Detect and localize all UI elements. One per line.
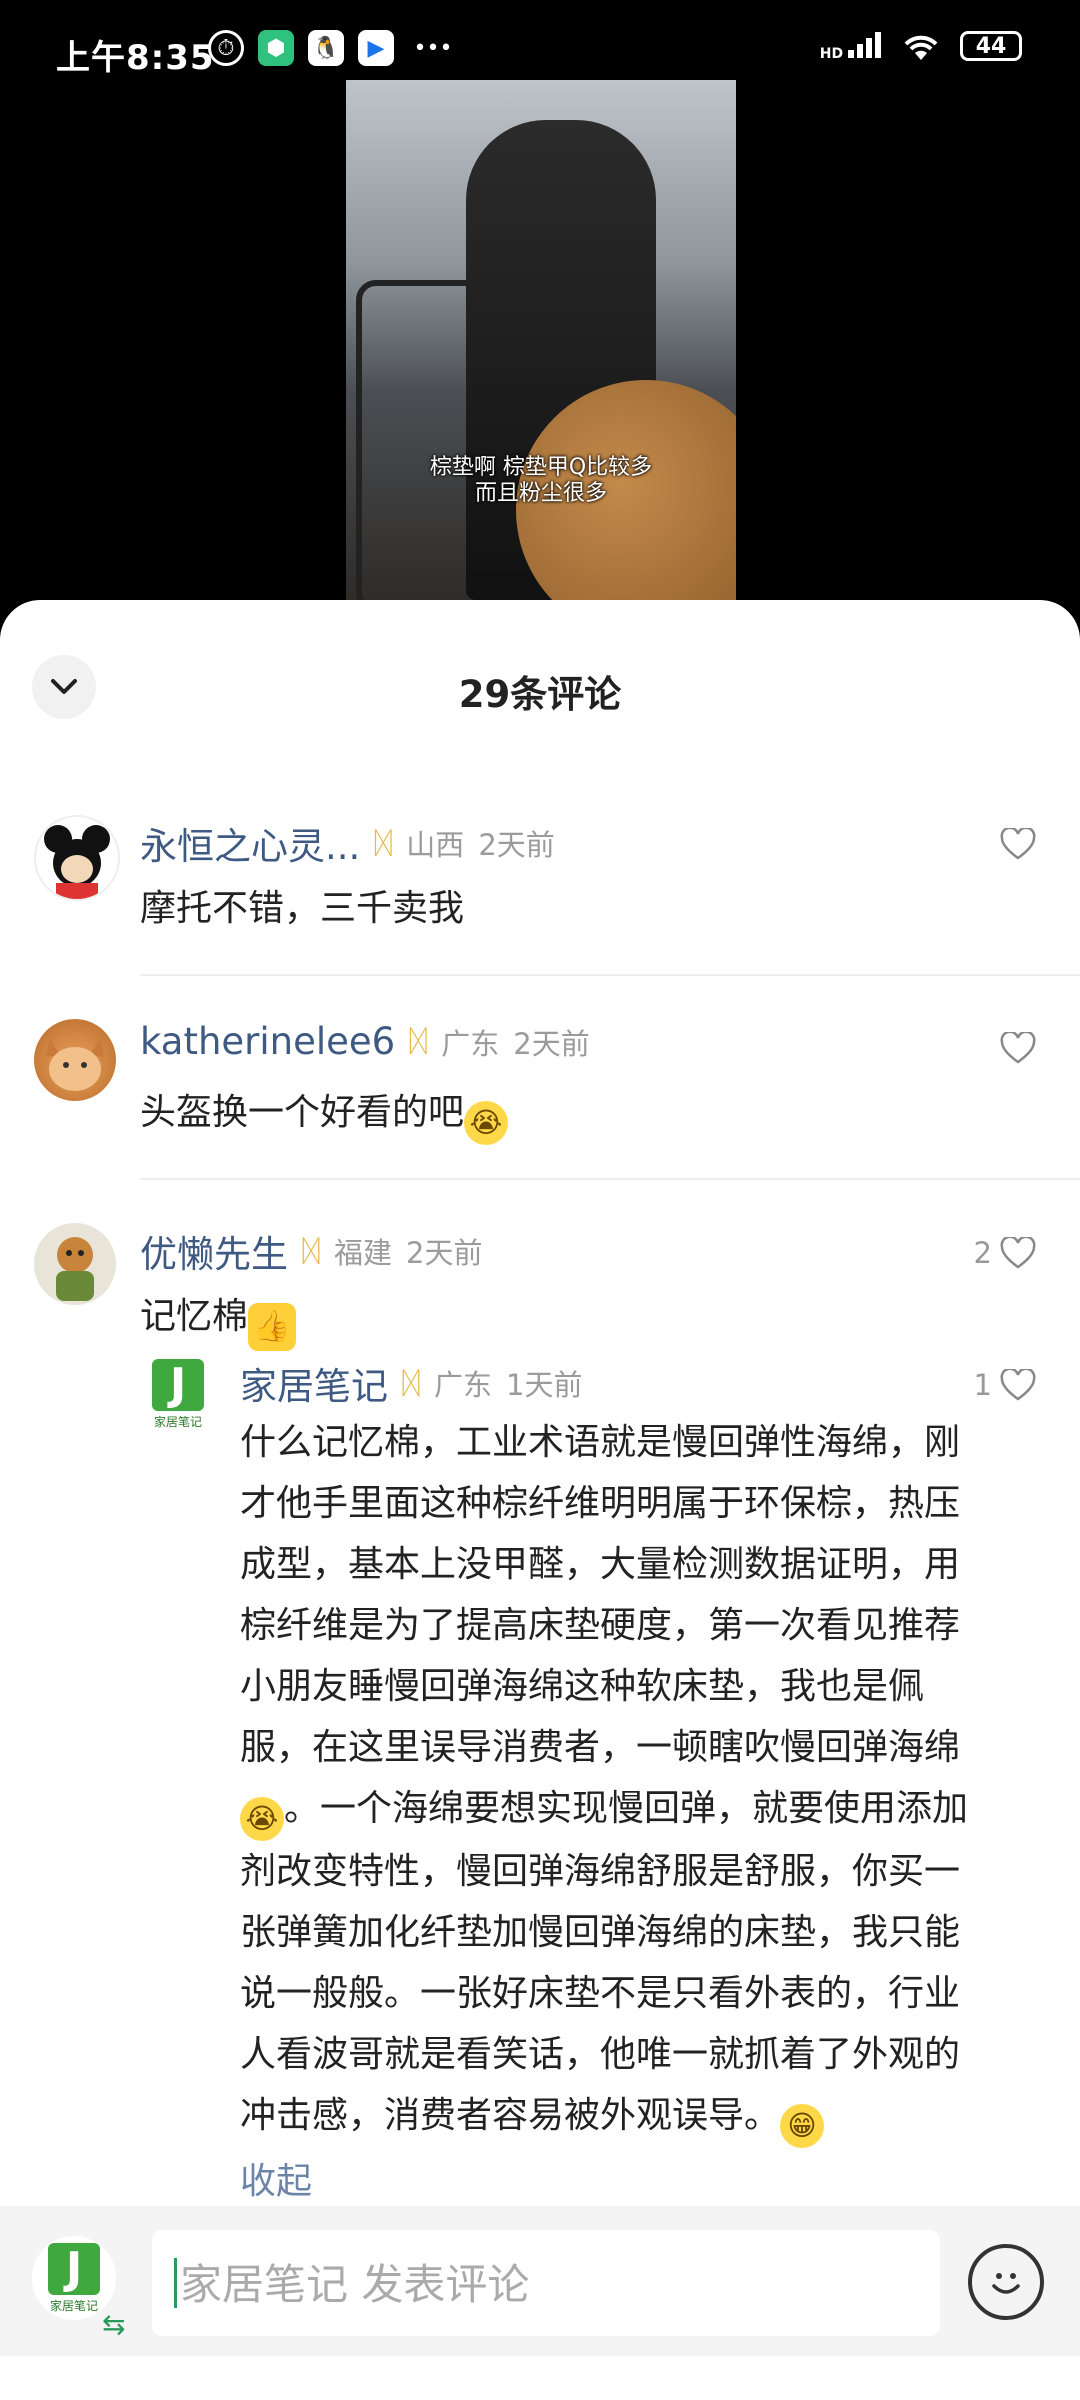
j-logo-icon: J — [152, 1358, 204, 1411]
video-player[interactable]: 棕垫啊 棕垫甲Q比较多 而且粉尘很多 — [346, 80, 736, 600]
comment-location: 福建 — [334, 1236, 393, 1270]
reply-text: 什么记忆棉，工业术语就是慢回弹性海绵，刚 才他手里面这种棕纤维明明属于环保棕，热… — [240, 1412, 1050, 2148]
like-button[interactable] — [1000, 828, 1036, 860]
heart-icon — [1000, 1237, 1036, 1269]
reply-line: 才他手里面这种棕纤维明明属于环保棕，热压 — [240, 1483, 961, 1524]
reply-line: 服，在这里误导消费者，一顿瞎吹慢回弹海绵 — [240, 1727, 961, 1768]
video-caption: 棕垫啊 棕垫甲Q比较多 而且粉尘很多 — [346, 455, 736, 507]
like-count: 2 — [973, 1236, 992, 1270]
heart-icon — [1000, 1032, 1036, 1064]
reply-line: 张弹簧加化纤垫加慢回弹海绵的床垫，我只能 — [240, 1912, 961, 1953]
status-system-icons: HD 44 — [820, 30, 1022, 62]
shield-app-icon: ⬢ — [258, 30, 294, 66]
comment-header: 家居笔记 ᛞ 广东 1天前 — [240, 1356, 582, 1410]
caption-line: 棕垫啊 棕垫甲Q比较多 — [429, 455, 653, 480]
caption-line: 而且粉尘很多 — [474, 481, 607, 506]
laugh-cry-emoji-icon: 😭 — [240, 1797, 284, 1841]
emoji-picker-button[interactable] — [968, 2244, 1044, 2320]
comment-author[interactable]: 家居笔记 — [240, 1356, 388, 1410]
comment-location: 广东 — [441, 1026, 500, 1061]
like-button[interactable]: 1 — [974, 1368, 1036, 1402]
reply-line: 棕纤维是为了提高床垫硬度，第一次看见推荐 — [240, 1605, 961, 1646]
heart-icon — [1000, 1369, 1036, 1401]
reply-line: 成型，基本上没甲醛，大量检测数据证明，用 — [240, 1544, 961, 1585]
logo-text: 家居笔记 — [49, 2298, 98, 2313]
divider — [140, 974, 1080, 976]
battery-level: 44 — [975, 33, 1007, 59]
comment-author[interactable]: 永恒之心灵... — [140, 816, 360, 870]
like-count: 1 — [973, 1368, 992, 1402]
reply-line-with-emoji: 冲击感，消费者容易被外观误导。 😁 — [240, 2085, 1050, 2148]
comment-location: 山西 — [406, 828, 465, 862]
text-caret — [174, 2258, 177, 2308]
reply-line: 冲击感，消费者容易被外观误导。 — [240, 2095, 781, 2136]
smiley-icon — [992, 2273, 1020, 2294]
wifi-icon — [904, 35, 938, 60]
comment-time: 2天前 — [478, 828, 555, 862]
comment-input-box[interactable] — [152, 2230, 940, 2336]
video-app-icon: ▶ — [358, 30, 394, 66]
badge-icon: ᛞ — [409, 1024, 428, 1059]
like-button[interactable] — [1000, 1032, 1036, 1064]
thumbs-up-emoji-icon: 👍 — [248, 1303, 297, 1351]
avatar[interactable] — [34, 815, 120, 901]
divider — [140, 1178, 1080, 1180]
alarm-icon: ⏱ — [208, 30, 244, 66]
comment-input[interactable] — [178, 2248, 922, 2320]
badge-icon: ᛞ — [402, 1365, 420, 1401]
comment-author[interactable]: 优懒先生 — [140, 1224, 288, 1278]
comment-text: 摩托不错，三千卖我 — [140, 888, 465, 929]
reply-item: J 家居笔记 家居笔记 ᛞ 广东 1天前 1 什么记忆棉，工业术语就是慢回弹性海… — [0, 1350, 1080, 2170]
comment-location: 广东 — [434, 1368, 493, 1402]
like-button[interactable]: 2 — [974, 1236, 1036, 1270]
j-logo-icon: J — [48, 2242, 100, 2295]
badge-icon: ᛞ — [302, 1233, 320, 1269]
comment-text: 头盔换一个好看的吧 😭 — [140, 1082, 509, 1145]
avatar[interactable]: J 家居笔记 — [150, 1358, 206, 1430]
reply-line: 人看波哥就是看笑话，他唯一就抓着了外观的 — [240, 2034, 961, 2075]
reply-line: 小朋友睡慢回弹海绵这种软床垫，我也是佩 — [240, 1666, 925, 1707]
qq-icon: 🐧 — [308, 30, 344, 66]
comment-time: 2天前 — [406, 1236, 483, 1270]
battery-icon: 44 — [960, 31, 1022, 61]
badge-icon: ᛞ — [374, 825, 393, 861]
more-notifications-icon: ••• — [413, 35, 453, 61]
comment-time: 1天前 — [506, 1368, 583, 1402]
comment-text-content: 头盔换一个好看的吧 — [140, 1092, 465, 1133]
comment-author[interactable]: katherinelee6 — [140, 1020, 395, 1063]
logo-text: 家居笔记 — [153, 1414, 202, 1429]
status-time: 上午8:35 — [56, 38, 215, 78]
network-type: HD — [819, 46, 844, 62]
reply-line-with-emoji: 😭 。一个海绵要想实现慢回弹，就要使用添加 — [240, 1778, 1050, 1841]
comment-time: 2天前 — [513, 1026, 590, 1061]
laugh-cry-emoji-icon: 😭 — [464, 1101, 509, 1145]
comment-text: 记忆棉 👍 — [140, 1286, 297, 1351]
comment-item: 永恒之心灵... ᛞ 山西 2天前 摩托不错，三千卖我 — [0, 810, 1080, 970]
grin-emoji-icon: 😁 — [780, 2104, 825, 2148]
comment-text-content: 记忆棉 — [140, 1296, 249, 1337]
comment-item: katherinelee6 ᛞ 广东 2天前 头盔换一个好看的吧 😭 — [0, 1014, 1080, 1174]
reply-line: 什么记忆棉，工业术语就是慢回弹性海绵，刚 — [240, 1422, 961, 1463]
reply-line: 剂改变特性，慢回弹海绵舒服是舒服，你买一 — [240, 1851, 961, 1892]
status-notification-icons: ⏱ ⬢ 🐧 ▶ ••• — [208, 30, 458, 66]
reply-line: 说一般般。一张好床垫不是只看外表的，行业 — [240, 1973, 961, 2014]
comment-header: 永恒之心灵... ᛞ 山西 2天前 — [140, 816, 555, 870]
home-indicator[interactable] — [340, 2376, 740, 2386]
comment-header: 优懒先生 ᛞ 福建 2天前 — [140, 1224, 482, 1278]
heart-icon — [1000, 828, 1036, 860]
avatar[interactable] — [34, 1223, 116, 1305]
avatar[interactable] — [34, 1019, 116, 1101]
comment-item: 优懒先生 ᛞ 福建 2天前 记忆棉 👍 2 — [0, 1218, 1080, 1351]
collapse-reply-link[interactable]: 收起 — [240, 2152, 312, 2204]
signal-icon: HD — [820, 30, 882, 62]
comments-count-title: 29条评论 — [458, 673, 622, 716]
reply-line: 。一个海绵要想实现慢回弹，就要使用添加 — [284, 1788, 969, 1829]
comment-header: katherinelee6 ᛞ 广东 2天前 — [140, 1020, 590, 1063]
switch-account-icon[interactable]: ⇆ — [102, 2308, 125, 2341]
